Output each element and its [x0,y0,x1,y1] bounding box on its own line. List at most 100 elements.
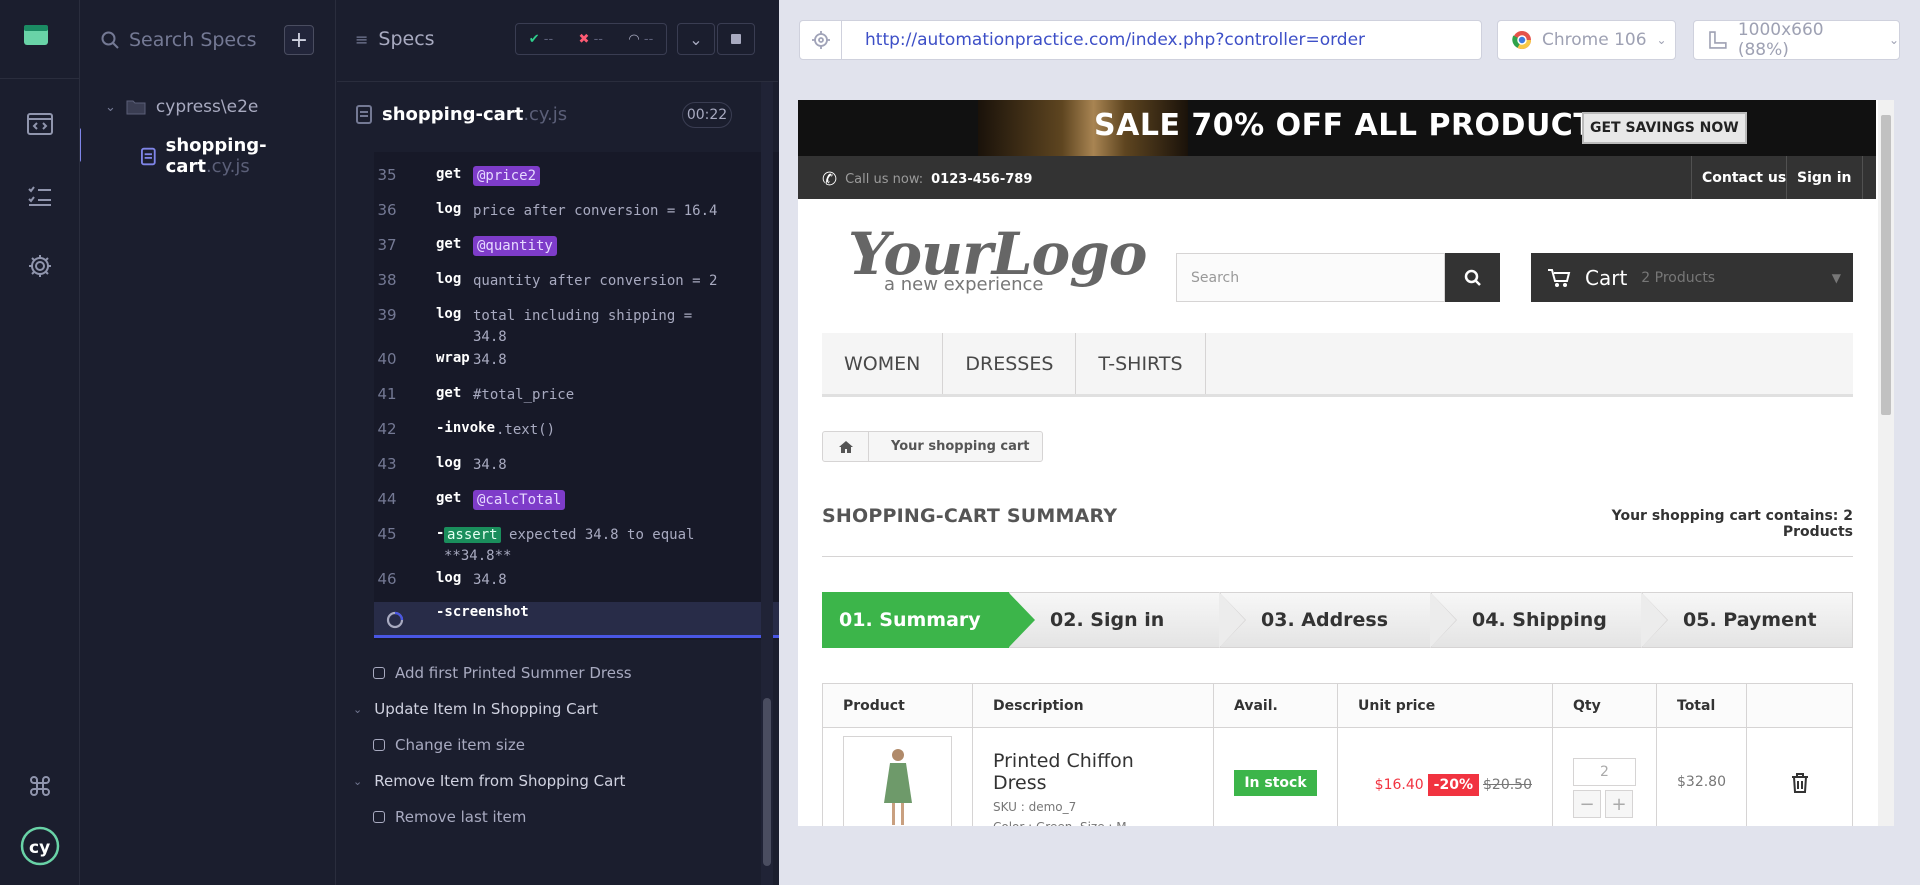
logo-tagline: a new experience [884,274,1044,295]
step-sign-in[interactable]: 02. Sign in [1009,592,1246,648]
command-message: 34.8 [473,572,507,588]
specs-panel: Search Specs + ⌄ cypress\e2e shopping-ca… [81,0,336,885]
test-title: Add first Printed Summer Dress [395,664,632,682]
step-arrow-fill [1008,592,1034,648]
search-icon [1464,269,1481,286]
cart-table: Product Description Avail. Unit price Qt… [822,683,1853,826]
home-icon[interactable] [823,432,869,461]
spec-file-ext: .cy.js [205,156,250,177]
aut-scrollbar-thumb[interactable] [1881,115,1891,415]
cart-label: Cart [1585,265,1628,290]
page-title: SHOPPING-CART SUMMARY [822,505,1118,527]
site-search-input[interactable]: Search [1176,253,1445,302]
folder-label: cypress\e2e [155,97,259,117]
browser-selector[interactable]: Chrome 106 ⌄ [1497,20,1676,60]
checkbox-icon [373,739,385,751]
command-number: 38 [377,271,397,289]
step-arrow-fill [1219,592,1245,648]
cypress-logo-icon[interactable]: cy [20,826,60,866]
new-spec-button[interactable]: + [284,25,314,55]
command-message: 34.8 [473,457,507,473]
sign-in-link[interactable]: Sign in [1786,156,1863,199]
step-summary[interactable]: 01. Summary [822,592,1035,648]
viewport-size: 1000x660 (88%) [1737,20,1824,60]
command-number: 37 [377,236,397,254]
checkout-steps: 01. Summary 02. Sign in 03. Address 04. … [822,592,1853,648]
command-number: 41 [377,385,397,403]
suite-title: Remove Item from Shopping Cart [374,772,626,790]
product-sku: SKU : demo_7 [993,800,1077,814]
menu-item-dresses[interactable]: DRESSES [943,333,1077,394]
specs-nav-icon[interactable] [24,108,56,140]
breadcrumb-label: Your shopping cart [891,439,1030,454]
menu-item-tshirts[interactable]: T-SHIRTS [1076,333,1206,394]
test-item[interactable]: Remove last item [373,808,526,826]
document-icon [141,147,156,165]
chevron-down-icon: ⌄ [1656,33,1667,47]
alias-tag: @calcTotal [473,490,566,510]
left-nav: cy [0,0,84,885]
viewport-selector[interactable]: 1000x660 (88%) ⌄ [1693,20,1900,60]
sale-banner[interactable]: SALE 70% OFF ALL PRODUCTS GET SAVINGS NO… [798,100,1876,156]
call-us: ✆ Call us now: 0123-456-789 [822,169,1032,190]
site-search-button[interactable] [1445,253,1500,302]
quantity-minus-button[interactable]: − [1573,790,1601,818]
step-shipping[interactable]: 04. Shipping [1431,592,1668,648]
col-description: Description [972,683,1214,728]
chevron-down-icon: ⌄ [1888,33,1899,47]
step-arrow-fill [1641,592,1667,648]
suite-item[interactable]: ⌄ Update Item In Shopping Cart [353,700,598,718]
menu-item-women[interactable]: WOMEN [822,333,944,394]
command-message: .text() [496,422,556,438]
command-message: #total_price [473,387,575,403]
runs-nav-icon[interactable] [24,180,56,212]
quantity-input[interactable]: 2 [1573,758,1636,786]
folder-icon [126,100,146,115]
chrome-icon [1512,31,1531,50]
test-title: Remove last item [395,808,527,826]
command-name: log [436,271,462,287]
availability-cell: In stock [1213,727,1338,826]
quantity-plus-button[interactable]: + [1605,790,1633,818]
folder-item[interactable]: ⌄ cypress\e2e [105,97,258,117]
test-item[interactable]: Add first Printed Summer Dress [373,664,632,682]
col-total: Total [1656,683,1747,728]
suite-item[interactable]: ⌄ Remove Item from Shopping Cart [353,772,625,790]
spinner-icon [386,611,404,629]
step-label: 03. Address [1261,609,1389,631]
command-name: wrap [436,350,470,366]
cart-dropdown[interactable]: Cart 2 Products ▼ [1531,253,1853,302]
command-name: get [436,490,462,506]
command-name: -screenshot [436,604,529,620]
step-arrow-fill [1430,592,1456,648]
product-image[interactable] [843,736,952,826]
step-address[interactable]: 03. Address [1220,592,1457,648]
step-label: 05. Payment [1683,609,1817,631]
url-bar[interactable]: http://automationpractice.com/index.php?… [799,20,1482,60]
keyboard-shortcuts-icon[interactable] [24,770,56,802]
command-name: get [436,166,462,182]
url-text: http://automationpractice.com/index.php?… [865,30,1366,50]
trash-icon[interactable] [1767,772,1832,797]
selector-playground-icon[interactable] [800,21,842,59]
product-attributes[interactable]: Color : Green, Size : M [993,820,1193,826]
unit-price-cell: $16.40 -20% $20.50 [1337,727,1553,826]
chevron-down-icon: ⌄ [105,99,116,115]
product-name-link[interactable]: Printed Chiffon Dress [993,750,1193,794]
app-logo-icon[interactable] [22,22,52,48]
contact-us-link[interactable]: Contact us [1691,156,1796,199]
spec-file-item[interactable]: shopping-cart.cy.js [141,135,335,177]
settings-icon[interactable] [24,250,56,282]
search-icon [101,31,119,49]
spec-search[interactable]: Search Specs [101,26,256,54]
reporter-scrollbar-thumb[interactable] [763,698,771,866]
test-item[interactable]: Change item size [373,736,525,754]
checkbox-icon [373,667,385,679]
command-name: get [436,236,462,252]
cart-count: 2 Products [1641,269,1716,286]
command-number: 39 [377,306,397,324]
command-name: log [436,201,462,217]
get-savings-button[interactable]: GET SAVINGS NOW [1582,112,1747,144]
caret-down-icon: ▼ [1831,270,1841,285]
step-payment[interactable]: 05. Payment [1642,592,1853,648]
